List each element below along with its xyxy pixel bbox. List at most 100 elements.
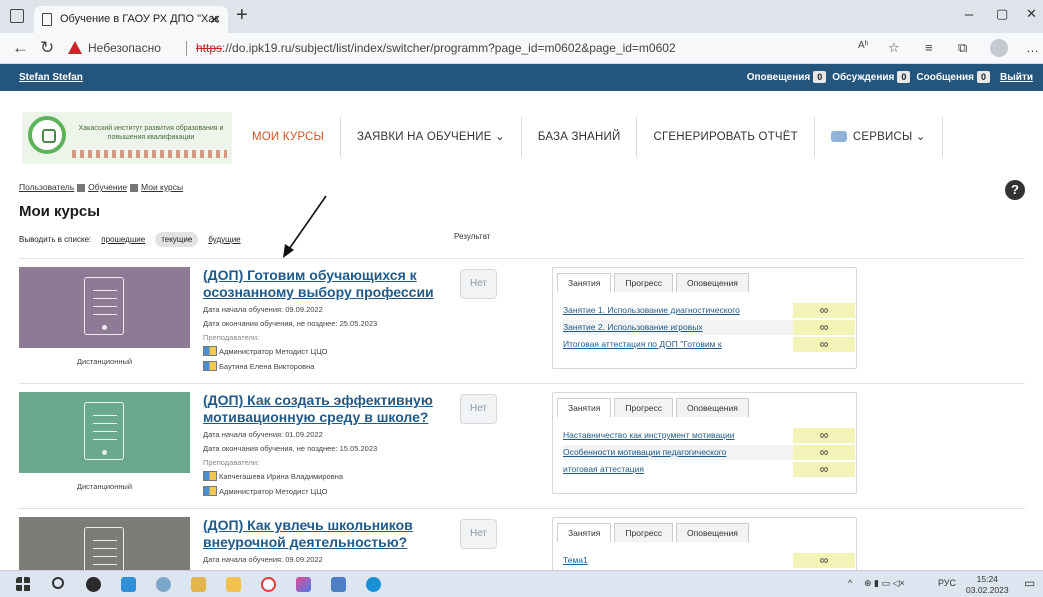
notification-center-icon[interactable]: ▭ (1024, 576, 1035, 590)
logo-ornament (72, 150, 227, 158)
url-scheme: https (196, 41, 223, 55)
logout-link[interactable]: Выйти (1000, 72, 1033, 83)
app-icon-2[interactable] (296, 577, 311, 592)
messages-label: Сообщения (916, 72, 975, 83)
tab-actions-icon[interactable] (10, 9, 24, 23)
breadcrumb-user[interactable]: Пользователь (19, 182, 74, 192)
collections-icon[interactable]: ⧉ (958, 40, 967, 56)
favorite-star-icon[interactable]: ☆ (888, 40, 900, 56)
course-title-link[interactable]: (ДОП) Готовим обучающихся к осознанному … (203, 267, 451, 301)
browser-tab[interactable]: Обучение в ГАОУ РХ ДПО "Хак ✕ (34, 6, 228, 33)
reload-icon[interactable]: ↻ (40, 38, 54, 58)
tab-lessons[interactable]: Занятия (557, 273, 612, 292)
warning-icon[interactable] (68, 41, 82, 54)
back-icon[interactable]: ← (12, 38, 29, 58)
user-card-icon (203, 471, 217, 481)
clock-time: 15:24 (976, 574, 998, 584)
nav-applications[interactable]: ЗАЯВКИ НА ОБУЧЕНИЕ ⌄ (341, 117, 522, 157)
filter-future[interactable]: будущие (208, 235, 240, 244)
notification-group: Оповещения 0 Обсуждения 0 Сообщения 0 Выйти (747, 71, 1033, 83)
new-tab-icon[interactable]: + (236, 4, 248, 27)
paint-icon[interactable] (191, 577, 206, 592)
teacher-item[interactable]: Администратор Методист ЦЦО (203, 486, 327, 496)
minimize-icon[interactable]: – (965, 6, 973, 23)
institute-logo[interactable]: Хакасский институт развития образования … (22, 112, 232, 164)
nav-my-courses[interactable]: МОИ КУРСЫ (236, 117, 341, 157)
close-window-icon[interactable]: ✕ (1026, 6, 1037, 22)
breadcrumb-my-courses[interactable]: Мои курсы (141, 182, 183, 192)
close-tab-icon[interactable]: ✕ (209, 6, 220, 33)
discussions-count: 0 (897, 71, 911, 83)
favorites-list-icon[interactable]: ≡ (925, 40, 933, 55)
lesson-link[interactable]: Итоговая аттестация по ДОП "Готовим к (563, 337, 789, 352)
file-explorer-icon[interactable] (226, 577, 241, 592)
lesson-link[interactable]: Особенности мотивации педагогического (563, 445, 789, 460)
clock[interactable]: 15:24 03.02.2023 (966, 574, 1009, 596)
messages-link[interactable]: Сообщения 0 (916, 71, 991, 83)
list-filter: Выводить в списке: прошедшие текущие буд… (19, 232, 241, 247)
filter-current[interactable]: текущие (155, 232, 199, 247)
logo-text: Хакасский институт развития образования … (78, 125, 224, 141)
maximize-icon[interactable]: ▢ (996, 6, 1008, 22)
tray-icons[interactable]: ⊕ ▮ ▭ ◁× (864, 578, 905, 589)
meet-icon[interactable] (121, 577, 136, 592)
security-label[interactable]: Небезопасно (88, 41, 161, 55)
messages-count: 0 (977, 71, 991, 83)
course-thumbnail[interactable] (19, 392, 190, 473)
more-menu-icon[interactable]: … (1026, 40, 1039, 55)
tab-notifications[interactable]: Оповещения (676, 273, 749, 292)
nav-services[interactable]: СЕРВИСЫ ⌄ (815, 117, 943, 157)
language-indicator[interactable]: РУС (938, 578, 956, 588)
lesson-link[interactable]: Наставничество как инструмент мотивации (563, 428, 789, 443)
tab-progress[interactable]: Прогресс (614, 523, 674, 542)
tablet-icon (84, 527, 124, 570)
notifications-link[interactable]: Оповещения 0 (747, 71, 827, 83)
tab-lessons[interactable]: Занятия (557, 398, 612, 417)
yandex-browser-icon[interactable] (261, 577, 276, 592)
tab-progress[interactable]: Прогресс (614, 273, 674, 292)
breadcrumb-learning[interactable]: Обучение (88, 182, 127, 192)
edge-icon[interactable] (366, 577, 381, 592)
breadcrumb-separator-icon (77, 183, 86, 192)
user-link[interactable]: Stefan Stefan (19, 72, 83, 83)
nav-knowledge-base[interactable]: БАЗА ЗНАНИЙ (522, 117, 638, 157)
profile-avatar[interactable] (990, 39, 1008, 57)
course-end-date: Дата окончания обучения, не позднее: 15.… (203, 444, 378, 453)
tab-progress[interactable]: Прогресс (614, 398, 674, 417)
result-badge: Нет (460, 519, 497, 549)
course-thumbnail[interactable] (19, 517, 190, 570)
lesson-score: ∞ (793, 428, 855, 443)
page-title: Мои курсы (19, 203, 101, 220)
tab-lessons[interactable]: Занятия (557, 523, 612, 542)
course-title-link[interactable]: (ДОП) Как увлечь школьников внеурочной д… (203, 517, 451, 551)
lesson-score: ∞ (793, 445, 855, 460)
course-end-date: Дата окончания обучения, не позднее: 25.… (203, 319, 378, 328)
lesson-row: Наставничество как инструмент мотивации ∞ (563, 428, 855, 443)
discussions-link[interactable]: Обсуждения 0 (832, 71, 911, 83)
notes-icon[interactable] (331, 577, 346, 592)
chevron-up-icon[interactable]: ^ (848, 578, 852, 588)
nav-report[interactable]: СГЕНЕРИРОВАТЬ ОТЧЁТ (637, 117, 815, 157)
course-title-link[interactable]: (ДОП) Как создать эффективную мотивацион… (203, 392, 451, 426)
url-field[interactable]: https://do.ipk19.ru/subject/list/index/s… (196, 41, 676, 55)
teacher-item[interactable]: Администратор Методист ЦЦО (203, 346, 327, 356)
lesson-row: Тема1 ∞ (563, 553, 855, 568)
chrome-icon[interactable] (86, 577, 101, 592)
lesson-link[interactable]: Занятие 2. Использование игровых (563, 320, 789, 335)
read-aloud-icon[interactable]: Aʰ (858, 40, 869, 51)
start-icon[interactable] (16, 577, 31, 592)
teacher-item[interactable]: Капчегашева Ирина Владимировна (203, 471, 343, 481)
tab-notifications[interactable]: Оповещения (676, 523, 749, 542)
tab-notifications[interactable]: Оповещения (676, 398, 749, 417)
app-icon[interactable] (156, 577, 171, 592)
help-icon[interactable]: ? (1005, 180, 1025, 200)
lesson-link[interactable]: Тема1 (563, 553, 789, 568)
search-icon[interactable] (52, 577, 64, 589)
filter-past[interactable]: прошедшие (101, 235, 145, 244)
teacher-item[interactable]: Баутина Елена Викторовна (203, 361, 314, 371)
lesson-link[interactable]: итоговая аттестация (563, 462, 789, 477)
lesson-link[interactable]: Занятие 1. Использование диагностическог… (563, 303, 789, 318)
browser-tab-strip: Обучение в ГАОУ РХ ДПО "Хак ✕ + – ▢ ✕ (0, 0, 1043, 33)
course-thumbnail[interactable] (19, 267, 190, 348)
clock-date: 03.02.2023 (966, 585, 1009, 595)
